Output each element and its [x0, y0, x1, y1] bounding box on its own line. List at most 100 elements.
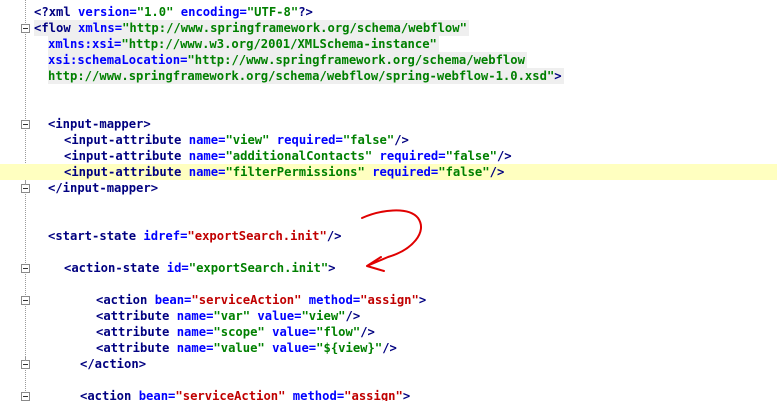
- code-line[interactable]: <input-attribute name="view" required="f…: [0, 132, 777, 148]
- code-line[interactable]: <attribute name="var" value="view"/>: [0, 308, 777, 324]
- code-token: <input-attribute: [64, 133, 189, 147]
- code-token: name=: [188, 165, 226, 179]
- code-token: "assign": [344, 389, 403, 401]
- code-token: bean=: [138, 389, 176, 401]
- code-token: "value": [213, 341, 265, 355]
- code-token: />: [394, 133, 409, 147]
- code-token: "false": [438, 165, 490, 179]
- code-token: required=: [372, 149, 446, 163]
- code-line[interactable]: <start-state idref="exportSearch.init"/>: [0, 228, 777, 244]
- code-token: "exportSearch.init": [187, 229, 327, 243]
- code-area[interactable]: <?xml version="1.0" encoding="UTF-8"?> <f…: [0, 0, 777, 401]
- code-token: value=: [264, 341, 317, 355]
- code-line[interactable]: <input-attribute name="filterPermissions…: [0, 164, 777, 180]
- code-token: />: [489, 165, 505, 179]
- code-token: />: [345, 309, 361, 323]
- code-line[interactable]: <flow xmlns="http://www.springframework.…: [0, 20, 777, 36]
- code-text: <input-attribute name="filterPermissions…: [64, 164, 504, 180]
- code-token: version=: [78, 5, 137, 19]
- code-token: </input-mapper>: [48, 181, 159, 195]
- code-token: <attribute: [96, 309, 177, 323]
- code-token: name=: [176, 309, 214, 323]
- code-token: >: [328, 261, 336, 275]
- code-token: />: [496, 149, 512, 163]
- code-token: "false": [445, 149, 497, 163]
- code-text: xsi:schemaLocation="http://www.springfra…: [48, 52, 527, 68]
- code-line[interactable]: </input-mapper>: [0, 180, 777, 196]
- code-token: bean=: [154, 293, 192, 307]
- code-line[interactable]: <input-attribute name="additionalContact…: [0, 148, 777, 164]
- code-token: >: [554, 69, 562, 83]
- code-text: xmlns:xsi="http://www.w3.org/2001/XMLSch…: [48, 36, 439, 52]
- code-token: "view": [301, 309, 346, 323]
- code-editor[interactable]: <?xml version="1.0" encoding="UTF-8"?> <f…: [0, 0, 777, 401]
- code-token: "serviceAction": [191, 293, 302, 307]
- code-text: <start-state idref="exportSearch.init"/>: [48, 228, 342, 244]
- code-token: "flow": [316, 325, 361, 339]
- code-line[interactable]: <?xml version="1.0" encoding="UTF-8"?>: [0, 4, 777, 20]
- code-token: "false": [342, 133, 395, 147]
- code-line[interactable]: [0, 276, 777, 292]
- code-text: <action-state id="exportSearch.init">: [64, 260, 336, 276]
- fold-toggle-icon[interactable]: [21, 392, 30, 401]
- code-token: <action-state: [64, 261, 167, 275]
- code-token: <?: [34, 5, 49, 19]
- code-text: <input-mapper>: [48, 116, 151, 132]
- code-text: </input-mapper>: [48, 180, 158, 196]
- code-token: required=: [364, 165, 439, 179]
- code-token: name=: [176, 325, 214, 339]
- code-token: "http://www.springframework.org/schema/w…: [187, 53, 525, 67]
- code-text: <input-attribute name="view" required="f…: [64, 132, 409, 148]
- fold-toggle-icon[interactable]: [21, 120, 30, 129]
- code-token: name=: [188, 149, 226, 163]
- code-text: <attribute name="value" value="${view}"/…: [96, 340, 397, 356]
- code-token: http://www.springframework.org/schema/we…: [48, 69, 555, 83]
- code-token: method=: [301, 293, 361, 307]
- fold-toggle-icon[interactable]: [21, 264, 30, 273]
- code-line[interactable]: <attribute name="scope" value="flow"/>: [0, 324, 777, 340]
- code-token: "var": [213, 309, 251, 323]
- code-line[interactable]: <action bean="serviceAction" method="ass…: [0, 388, 777, 401]
- code-line[interactable]: <attribute name="value" value="${view}"/…: [0, 340, 777, 356]
- code-line[interactable]: [0, 244, 777, 260]
- code-line[interactable]: <action bean="serviceAction" method="ass…: [0, 292, 777, 308]
- code-token: </action>: [80, 357, 147, 371]
- code-token: method=: [285, 389, 345, 401]
- code-token: "${view}": [316, 341, 383, 355]
- code-token: />: [360, 325, 375, 339]
- code-text: <attribute name="scope" value="flow"/>: [96, 324, 375, 340]
- fold-toggle-icon[interactable]: [21, 296, 30, 305]
- code-token: name=: [188, 133, 226, 147]
- code-line[interactable]: xmlns:xsi="http://www.w3.org/2001/XMLSch…: [0, 36, 777, 52]
- code-token: ?>: [298, 5, 313, 19]
- code-line[interactable]: http://www.springframework.org/schema/we…: [0, 68, 777, 84]
- code-token: xmlns:xsi=: [48, 37, 122, 51]
- code-line[interactable]: [0, 372, 777, 388]
- code-token: xml: [48, 5, 79, 19]
- fold-toggle-icon[interactable]: [21, 24, 30, 33]
- code-line[interactable]: [0, 100, 777, 116]
- code-token: "http://www.w3.org/2001/XMLSchema-instan…: [121, 37, 437, 51]
- code-token: encoding=: [173, 5, 247, 19]
- code-token: <flow: [34, 21, 79, 35]
- code-text: <input-attribute name="additionalContact…: [64, 148, 512, 164]
- code-token: "1.0": [136, 5, 174, 19]
- code-text: http://www.springframework.org/schema/we…: [48, 68, 564, 84]
- code-token: xmlns=: [78, 21, 123, 35]
- code-token: <attribute: [96, 325, 177, 339]
- code-token: required=: [269, 133, 343, 147]
- code-line[interactable]: [0, 84, 777, 100]
- code-token: >: [418, 293, 427, 307]
- code-token: id=: [166, 261, 189, 275]
- code-token: "exportSearch.init": [188, 261, 329, 275]
- code-line[interactable]: xsi:schemaLocation="http://www.springfra…: [0, 52, 777, 68]
- code-token: <input-mapper>: [48, 117, 151, 131]
- code-token: <start-state: [48, 229, 144, 243]
- code-line[interactable]: <action-state id="exportSearch.init">: [0, 260, 777, 276]
- code-line[interactable]: [0, 212, 777, 228]
- code-line[interactable]: </action>: [0, 356, 777, 372]
- code-token: "view": [225, 133, 270, 147]
- code-line[interactable]: <input-mapper>: [0, 116, 777, 132]
- code-line[interactable]: [0, 196, 777, 212]
- code-token: <input-attribute: [64, 165, 189, 179]
